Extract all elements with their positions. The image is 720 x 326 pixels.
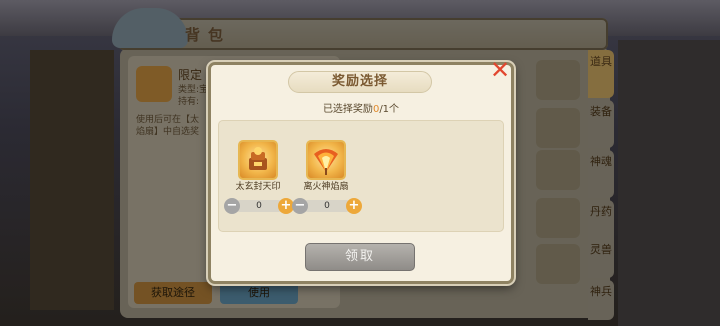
close-icon[interactable]: ✕ bbox=[488, 58, 512, 82]
plus-button[interactable]: + bbox=[346, 198, 362, 214]
get-way-button[interactable]: 获取途径 bbox=[134, 282, 212, 304]
reward-name: 离火神焰扇 bbox=[303, 182, 349, 192]
item-description: 使用后可在【太 焰扇】中自选奖 bbox=[136, 115, 200, 137]
tab-spirit[interactable]: 神魂 bbox=[588, 150, 614, 198]
item-name: 限定 bbox=[178, 68, 203, 82]
quantity-stepper: 0 − + bbox=[224, 198, 294, 214]
item-meta: 类型:宝 持有: bbox=[178, 85, 209, 107]
quantity-value: 0 bbox=[234, 200, 284, 212]
tab-items[interactable]: 道具 bbox=[588, 50, 614, 98]
tab-equipment[interactable]: 装备 bbox=[588, 100, 614, 148]
tab-weapon[interactable]: 神兵 bbox=[588, 280, 614, 320]
inventory-slot[interactable] bbox=[536, 198, 580, 238]
selected-count-text: 已选择奖励0/1个 bbox=[208, 100, 514, 115]
minus-button[interactable]: − bbox=[224, 198, 240, 214]
tab-beast[interactable]: 灵兽 bbox=[588, 238, 614, 278]
right-scene-strip bbox=[618, 40, 720, 326]
bag-title: 背包 bbox=[185, 26, 232, 44]
quantity-value: 0 bbox=[302, 200, 352, 212]
treasure-seal-icon[interactable] bbox=[238, 140, 278, 180]
claim-button[interactable]: 领取 bbox=[305, 243, 415, 271]
use-button[interactable]: 使用 bbox=[220, 282, 298, 304]
flame-fan-icon[interactable] bbox=[306, 140, 346, 180]
left-scene-strip bbox=[30, 50, 114, 310]
inventory-slot[interactable] bbox=[536, 108, 580, 148]
inventory-slot[interactable] bbox=[536, 150, 580, 190]
selected-suffix: /1个 bbox=[379, 104, 400, 115]
inventory-slot[interactable] bbox=[536, 244, 580, 284]
selected-prefix: 已选择奖励 bbox=[322, 104, 373, 115]
item-icon bbox=[136, 66, 172, 102]
minus-button[interactable]: − bbox=[292, 198, 308, 214]
inventory-slot[interactable] bbox=[536, 60, 580, 100]
dialog-title: 奖励选择 bbox=[331, 74, 388, 89]
quantity-stepper: 0 − + bbox=[292, 198, 362, 214]
